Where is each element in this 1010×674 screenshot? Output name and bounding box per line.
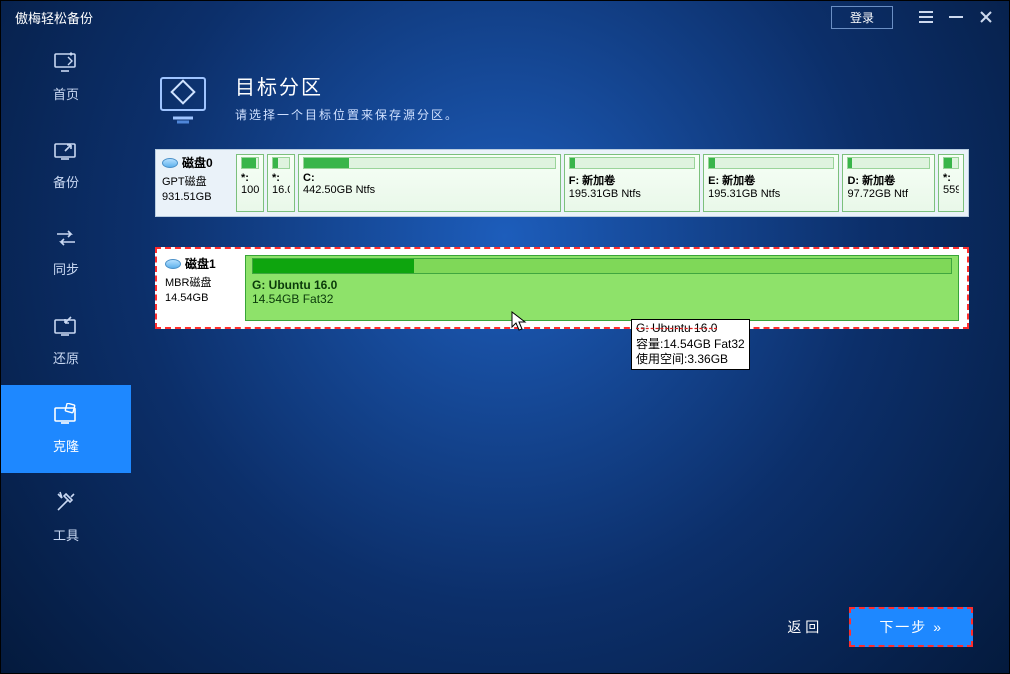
disk0-meta: 磁盘0 GPT磁盘 931.51GB bbox=[162, 154, 232, 212]
disk1-panel[interactable]: 磁盘1 MBR磁盘 14.54GB G: Ubuntu 16.0 14.54GB… bbox=[155, 247, 969, 329]
app-title: 傲梅轻松备份 bbox=[15, 8, 93, 27]
close-button[interactable] bbox=[971, 3, 1001, 31]
sidebar-item-label: 还原 bbox=[53, 348, 79, 367]
disk0-partition-1[interactable]: *:16.0 bbox=[267, 154, 295, 212]
sidebar-item-home[interactable]: 首页 bbox=[1, 33, 131, 121]
target-partition-icon bbox=[155, 71, 217, 129]
page-subtitle: 请选择一个目标位置来保存源分区。 bbox=[235, 106, 459, 123]
disk0-partition-5[interactable]: D: 新加卷97.72GB Ntf bbox=[842, 154, 935, 212]
sidebar-item-label: 工具 bbox=[53, 525, 79, 544]
disk0-panel[interactable]: 磁盘0 GPT磁盘 931.51GB *:100.*:16.0C:442.50G… bbox=[155, 149, 969, 217]
disk0-partition-3[interactable]: F: 新加卷195.31GB Ntfs bbox=[564, 154, 700, 212]
sync-icon bbox=[53, 228, 79, 251]
disk0-partition-4[interactable]: E: 新加卷195.31GB Ntfs bbox=[703, 154, 839, 212]
title-bar: 傲梅轻松备份 登录 bbox=[1, 1, 1009, 33]
sidebar-item-sync[interactable]: 同步 bbox=[1, 209, 131, 297]
clone-icon bbox=[53, 403, 79, 428]
sidebar-item-restore[interactable]: 还原 bbox=[1, 297, 131, 385]
login-button[interactable]: 登录 bbox=[831, 6, 893, 29]
menu-list-button[interactable] bbox=[911, 3, 941, 31]
back-button[interactable]: 返回 bbox=[787, 617, 823, 637]
disk1-partition-g[interactable]: G: Ubuntu 16.0 14.54GB Fat32 bbox=[245, 255, 959, 321]
disk0-partition-6[interactable]: *:559. bbox=[938, 154, 964, 212]
disk0-partition-0[interactable]: *:100. bbox=[236, 154, 264, 212]
sidebar-item-label: 同步 bbox=[53, 259, 79, 278]
disk-icon bbox=[165, 259, 181, 269]
minimize-button[interactable] bbox=[941, 3, 971, 31]
sidebar-item-tools[interactable]: 工具 bbox=[1, 473, 131, 561]
tools-icon bbox=[54, 490, 78, 517]
sidebar-item-backup[interactable]: 备份 bbox=[1, 121, 131, 209]
disk-icon bbox=[162, 158, 178, 168]
sidebar-item-label: 首页 bbox=[53, 84, 79, 103]
backup-icon bbox=[53, 139, 79, 164]
main-content: 目标分区 请选择一个目标位置来保存源分区。 磁盘0 GPT磁盘 931.51GB… bbox=[131, 51, 1009, 673]
sidebar-item-label: 备份 bbox=[53, 172, 79, 191]
next-button[interactable]: 下一步 » bbox=[849, 607, 973, 647]
sidebar: 首页 备份 同步 还原 克隆 bbox=[1, 33, 131, 673]
page-title: 目标分区 bbox=[235, 71, 459, 100]
restore-icon bbox=[53, 315, 79, 340]
disk1-meta: 磁盘1 MBR磁盘 14.54GB bbox=[165, 255, 239, 321]
partition-tooltip: G: Ubuntu 16.0 容量:14.54GB Fat32 使用空间:3.3… bbox=[631, 319, 750, 370]
page-header: 目标分区 请选择一个目标位置来保存源分区。 bbox=[155, 71, 969, 129]
sidebar-item-label: 克隆 bbox=[53, 436, 79, 455]
sidebar-item-clone[interactable]: 克隆 bbox=[1, 385, 131, 473]
home-icon bbox=[53, 51, 79, 76]
disk0-partition-2[interactable]: C:442.50GB Ntfs bbox=[298, 154, 561, 212]
